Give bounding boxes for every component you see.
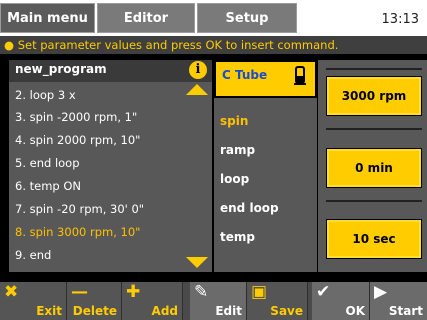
tab-editor[interactable]: Editor	[97, 3, 195, 33]
command-panel: C Tube spin ramp loop end loop temp	[214, 60, 317, 272]
save-button[interactable]: ▣ Save	[247, 282, 308, 320]
save-icon: ▣	[251, 282, 268, 302]
seconds-value-field[interactable]: 10 sec	[326, 219, 422, 259]
command-header[interactable]: C Tube	[214, 60, 317, 98]
hint-text: Set parameter values and press OK to ins…	[17, 38, 339, 52]
edit-label: Edit	[215, 304, 242, 318]
bullet-icon: ●	[4, 38, 18, 52]
save-label: Save	[270, 304, 303, 318]
program-step[interactable]: 5. end loop	[15, 156, 80, 170]
command-header-label: C Tube	[222, 68, 268, 82]
command-ramp[interactable]: ramp	[220, 143, 255, 157]
scroll-up-icon[interactable]	[186, 84, 208, 95]
program-title-bar: new_program i	[9, 60, 212, 82]
minus-icon: —	[71, 282, 88, 302]
divider	[326, 68, 422, 70]
program-step[interactable]: 6. temp ON	[15, 179, 81, 193]
ok-label: OK	[345, 304, 366, 318]
plus-icon: ✚	[126, 282, 141, 302]
x-icon: ✖	[4, 282, 19, 302]
command-temp[interactable]: temp	[220, 230, 255, 244]
command-end-loop[interactable]: end loop	[220, 201, 279, 215]
start-button[interactable]: ▶ Start	[370, 282, 427, 320]
program-step[interactable]: 7. spin -20 rpm, 30' 0"	[15, 202, 144, 216]
program-step[interactable]: 9. end	[15, 248, 51, 262]
top-tab-bar: Main menu Editor Setup 13:13	[0, 0, 427, 36]
program-step[interactable]: 3. spin -2000 rpm, 1"	[15, 110, 137, 124]
add-label: Add	[151, 304, 178, 318]
tube-icon	[293, 66, 307, 88]
program-step-selected[interactable]: 8. spin 3000 rpm, 10"	[15, 225, 140, 239]
divider	[326, 128, 422, 130]
exit-button[interactable]: ✖ Exit	[0, 282, 67, 320]
edit-button[interactable]: ✎ Edit	[190, 282, 247, 320]
start-label: Start	[388, 304, 423, 318]
clock: 13:13	[381, 11, 419, 27]
command-loop[interactable]: loop	[220, 172, 249, 186]
minutes-value-field[interactable]: 0 min	[326, 148, 422, 188]
add-button[interactable]: ✚ Add	[122, 282, 183, 320]
program-name: new_program	[15, 62, 107, 76]
tab-main-menu[interactable]: Main menu	[0, 3, 95, 33]
program-step[interactable]: 2. loop 3 x	[15, 88, 76, 102]
edit-icon: ✎	[194, 282, 209, 302]
delete-button[interactable]: — Delete	[67, 282, 122, 320]
check-icon: ✔	[316, 282, 331, 302]
tab-setup[interactable]: Setup	[197, 3, 297, 33]
exit-label: Exit	[36, 304, 62, 318]
play-icon: ▶	[374, 282, 388, 302]
info-icon[interactable]: i	[189, 61, 207, 79]
hint-bar: ● Set parameter values and press OK to i…	[0, 36, 427, 54]
delete-label: Delete	[72, 304, 117, 318]
speed-value-field[interactable]: 3000 rpm	[326, 76, 422, 116]
bottom-toolbar: ✖ Exit — Delete ✚ Add ✎ Edit ▣ Save ✔ OK…	[0, 282, 427, 320]
program-panel: new_program i 2. loop 3 x 3. spin -2000 …	[9, 60, 212, 272]
divider	[326, 200, 422, 202]
program-step[interactable]: 4. spin 2000 rpm, 10"	[15, 133, 140, 147]
value-panel: 3000 rpm 0 min 10 sec	[318, 60, 427, 272]
ok-button[interactable]: ✔ OK	[312, 282, 370, 320]
command-spin[interactable]: spin	[220, 114, 248, 128]
scroll-down-icon[interactable]	[186, 257, 208, 268]
